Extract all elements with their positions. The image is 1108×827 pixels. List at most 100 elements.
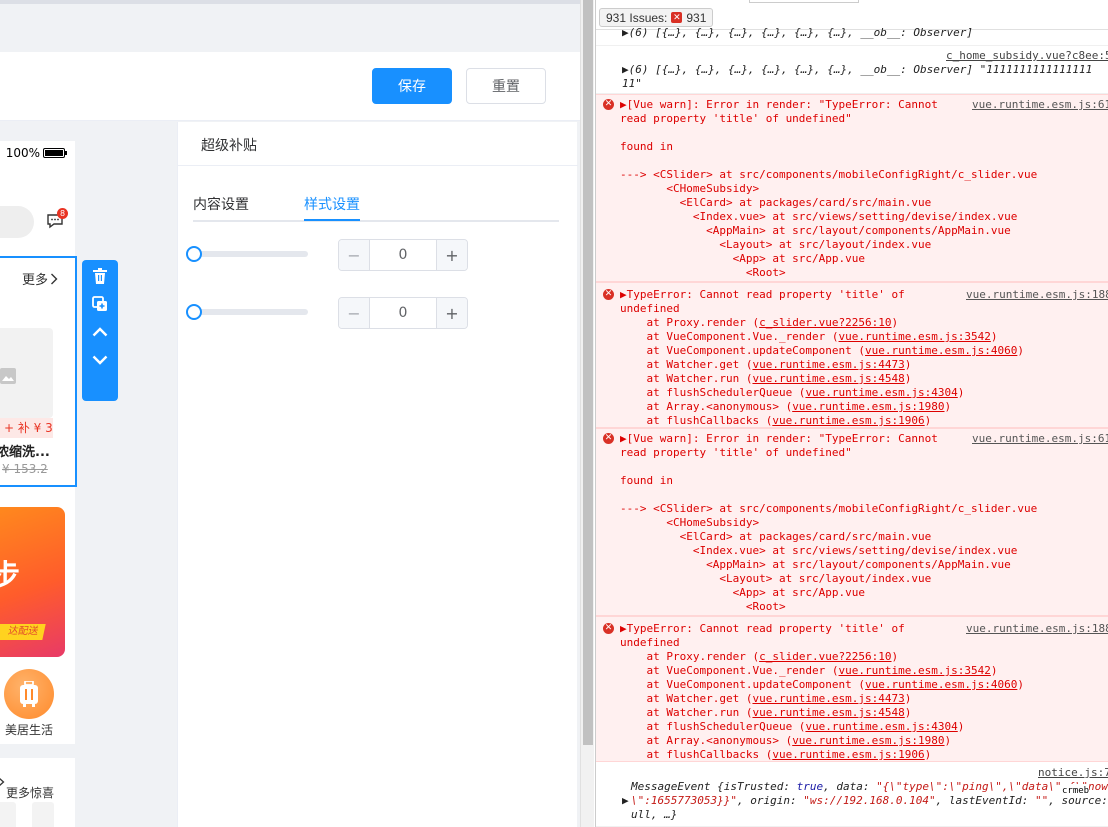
divider bbox=[178, 165, 578, 166]
tab-style-settings[interactable]: 样式设置 bbox=[304, 194, 360, 214]
log-text[interactable]: ▶(6) [{…}, {…}, {…}, {…}, {…}, {…}, __ob… bbox=[622, 63, 1092, 77]
log-text[interactable]: MessageEvent {isTrusted: true, data: "{\… bbox=[631, 780, 1108, 794]
promo-banner[interactable]: 步 达配送 bbox=[0, 507, 65, 657]
stack-line: at Proxy.render (c_slider.vue?2256:10) bbox=[620, 650, 898, 664]
message-badge: 8 bbox=[57, 208, 68, 219]
trace-line: <App> at src/App.vue bbox=[620, 586, 866, 599]
error-text[interactable]: ▶[Vue warn]: Error in render: "TypeError… bbox=[620, 432, 938, 446]
error-text[interactable]: ▶TypeError: Cannot read property 'title'… bbox=[620, 288, 905, 302]
trace-line: <Index.vue> at src/views/setting/devise/… bbox=[620, 544, 1018, 557]
msg-part: "" bbox=[1035, 794, 1049, 807]
scrollbar-thumb[interactable] bbox=[583, 0, 593, 745]
stack-link[interactable]: vue.runtime.esm.js:4548 bbox=[752, 706, 904, 719]
stack-link[interactable]: vue.runtime.esm.js:1906 bbox=[772, 414, 924, 427]
stack-link[interactable]: vue.runtime.esm.js:1906 bbox=[772, 748, 924, 761]
slider-track[interactable] bbox=[194, 309, 308, 315]
stack-prefix: at Watcher.get ( bbox=[620, 358, 753, 371]
number-stepper: − + bbox=[338, 239, 468, 271]
reset-button[interactable]: 重置 bbox=[466, 68, 546, 104]
error-text[interactable]: ▶TypeError: Cannot read property 'title'… bbox=[620, 622, 905, 636]
stack-line: at VueComponent.Vue._render (vue.runtime… bbox=[620, 664, 997, 678]
stepper-input[interactable] bbox=[370, 240, 436, 270]
increment-button[interactable]: + bbox=[436, 240, 467, 270]
stack-link[interactable]: c_slider.vue?2256:10 bbox=[759, 316, 891, 329]
error-text: undefined bbox=[620, 302, 680, 315]
slider-thumb[interactable] bbox=[186, 304, 202, 320]
error-icon: ✕ bbox=[603, 433, 614, 444]
source-link[interactable]: c_home_subsidy.vue?c8ee:5 bbox=[946, 49, 1108, 63]
delete-icon[interactable] bbox=[90, 266, 110, 286]
move-up-icon[interactable] bbox=[90, 322, 110, 342]
trace-line: <AppMain> at src/layout/components/AppMa… bbox=[620, 224, 1011, 237]
luggage-icon[interactable] bbox=[4, 669, 54, 719]
page-editor: 保存 重置 100% 8 更多 + 补 ¥ 3 浓缩洗... ¥ 153.2 步… bbox=[0, 0, 580, 827]
mini-product-card[interactable] bbox=[0, 802, 16, 827]
stack-link[interactable]: vue.runtime.esm.js:4060 bbox=[865, 344, 1017, 357]
vertical-scrollbar[interactable] bbox=[580, 0, 594, 827]
error-text: read property 'title' of undefined" bbox=[620, 112, 852, 125]
stack-link[interactable]: vue.runtime.esm.js:4304 bbox=[805, 720, 957, 733]
config-panel: 超级补贴 内容设置 样式设置 − + − bbox=[177, 122, 578, 827]
stack-link[interactable]: vue.runtime.esm.js:4548 bbox=[752, 372, 904, 385]
stack-line: at Watcher.get (vue.runtime.esm.js:4473) bbox=[620, 692, 911, 706]
super-subsidy-module[interactable]: 更多 + 补 ¥ 3 浓缩洗... ¥ 153.2 bbox=[0, 256, 77, 487]
expand-arrow[interactable]: ▶ bbox=[622, 794, 629, 808]
decrement-button[interactable]: − bbox=[339, 298, 370, 328]
issues-button[interactable]: 931 Issues: ✕ 931 bbox=[599, 8, 714, 27]
stack-link[interactable]: vue.runtime.esm.js:3542 bbox=[839, 330, 991, 343]
stack-link[interactable]: vue.runtime.esm.js:4473 bbox=[752, 358, 904, 371]
msg-part: "ws://192.168.0.104" bbox=[803, 794, 936, 807]
error-text: undefined bbox=[620, 636, 680, 649]
toolbar-tab[interactable] bbox=[749, 0, 859, 3]
move-down-icon[interactable] bbox=[90, 350, 110, 370]
msg-part: true bbox=[796, 780, 824, 793]
stack-prefix: at VueComponent.updateComponent ( bbox=[620, 678, 866, 691]
banner-tag: 达配送 bbox=[0, 624, 46, 640]
log-text[interactable]: ▶(6) [{…}, {…}, {…}, {…}, {…}, {…}, __ob… bbox=[622, 26, 973, 40]
search-bar[interactable] bbox=[0, 206, 34, 238]
increment-button[interactable]: + bbox=[436, 298, 467, 328]
more-surprise-module[interactable]: 更多惊喜 bbox=[0, 768, 65, 827]
copy-icon[interactable] bbox=[90, 294, 110, 314]
save-button[interactable]: 保存 bbox=[372, 68, 452, 104]
tab-content-settings[interactable]: 内容设置 bbox=[193, 194, 249, 214]
source-link[interactable]: notice.js:7 bbox=[1038, 766, 1108, 780]
paren: ) bbox=[944, 734, 952, 747]
stepper-input[interactable] bbox=[370, 298, 436, 328]
source-link[interactable]: vue.runtime.esm.js:61 bbox=[972, 98, 1108, 112]
mini-product-card[interactable] bbox=[32, 802, 54, 827]
stack-line: at Watcher.run (vue.runtime.esm.js:4548) bbox=[620, 372, 911, 386]
msg-part: , origin: bbox=[736, 794, 804, 807]
stack-link[interactable]: vue.runtime.esm.js:4304 bbox=[805, 386, 957, 399]
stack-prefix: at flushCallbacks ( bbox=[620, 748, 773, 761]
source-link[interactable]: vue.runtime.esm.js:188 bbox=[966, 622, 1108, 636]
decrement-button[interactable]: − bbox=[339, 240, 370, 270]
trace-line: <AppMain> at src/layout/components/AppMa… bbox=[620, 558, 1011, 571]
error-text[interactable]: ▶[Vue warn]: Error in render: "TypeError… bbox=[620, 98, 938, 112]
stack-link[interactable]: vue.runtime.esm.js:4473 bbox=[752, 692, 904, 705]
paren: ) bbox=[904, 692, 912, 705]
slider-track[interactable] bbox=[194, 251, 308, 257]
slider-thumb[interactable] bbox=[186, 246, 202, 262]
screen: 保存 重置 100% 8 更多 + 补 ¥ 3 浓缩洗... ¥ 153.2 步… bbox=[0, 0, 1108, 827]
stack-line: at VueComponent.Vue._render (vue.runtime… bbox=[620, 330, 997, 344]
source-link[interactable]: vue.runtime.esm.js:188 bbox=[966, 288, 1108, 302]
trace-line: <Root> bbox=[620, 600, 786, 613]
trace-line: <Root> bbox=[620, 266, 786, 279]
more-link[interactable]: 更多 bbox=[22, 269, 58, 288]
stack-line: at Watcher.run (vue.runtime.esm.js:4548) bbox=[620, 706, 911, 720]
action-bar: 保存 重置 bbox=[0, 52, 580, 121]
issues-count: 931 bbox=[686, 10, 707, 25]
error-entry: ✕ vue.runtime.esm.js:61 ▶[Vue warn]: Err… bbox=[596, 428, 1108, 616]
stack-link[interactable]: vue.runtime.esm.js:1980 bbox=[792, 400, 944, 413]
msg-part: MessageEvent {isTrusted: bbox=[631, 780, 797, 793]
source-link[interactable]: vue.runtime.esm.js:61 bbox=[972, 432, 1108, 446]
stack-link[interactable]: c_slider.vue?2256:10 bbox=[759, 650, 891, 663]
paren: ) bbox=[904, 358, 912, 371]
log-text: ull, …} bbox=[631, 808, 678, 821]
stack-link[interactable]: vue.runtime.esm.js:1980 bbox=[792, 734, 944, 747]
stack-line: at flushSchedulerQueue (vue.runtime.esm.… bbox=[620, 386, 964, 400]
category-label[interactable]: 美居生活 bbox=[5, 721, 53, 738]
stack-link[interactable]: vue.runtime.esm.js:4060 bbox=[865, 678, 1017, 691]
stack-link[interactable]: vue.runtime.esm.js:3542 bbox=[839, 664, 991, 677]
